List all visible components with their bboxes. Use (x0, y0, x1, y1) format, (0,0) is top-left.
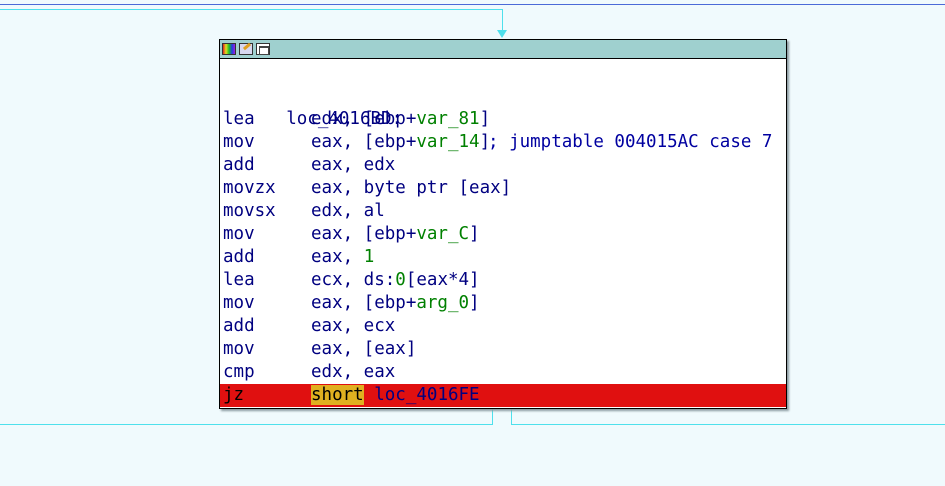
operands[interactable]: eax, ecx (311, 315, 395, 338)
group-nodes-icon[interactable] (256, 43, 270, 55)
operand-variable[interactable]: 0 (395, 270, 406, 290)
graph-edge-in-horizontal (0, 9, 503, 10)
operand-text: eax, ecx (311, 316, 396, 336)
operand-text: edx, eax (311, 362, 396, 382)
mnemonic[interactable]: add (223, 315, 255, 338)
mnemonic[interactable]: movsx (223, 200, 276, 223)
jump-instruction-row[interactable]: jz short loc_4016FE (220, 384, 786, 407)
operand-text: eax, [ebp+ (311, 132, 417, 152)
graph-edge-out-left-horizontal (0, 424, 493, 425)
operand-text: eax, (311, 247, 364, 267)
operands[interactable]: edx, [ebp+var_81] (311, 108, 490, 131)
operands[interactable]: edx, al (311, 200, 385, 223)
mnemonic[interactable]: lea (223, 269, 255, 292)
mnemonic[interactable]: jz (223, 384, 244, 407)
operands[interactable]: short loc_4016FE (311, 384, 480, 407)
operand-text: eax, edx (311, 155, 396, 175)
instruction-row[interactable]: movzx eax, byte ptr [eax] (223, 177, 786, 200)
graph-edge-out-right-horizontal (511, 424, 945, 425)
operands[interactable]: eax, [ebp+var_14] (311, 131, 490, 154)
operands[interactable]: eax, 1 (311, 246, 374, 269)
operand-text: eax, [eax] (311, 339, 417, 359)
mnemonic[interactable]: movzx (223, 177, 276, 200)
operand-text: ] (469, 293, 480, 313)
operands[interactable]: eax, edx (311, 154, 395, 177)
edge-arrow-icon (497, 30, 507, 38)
graph-top-border (0, 4, 945, 5)
operand-text: eax, [ebp+ (311, 293, 417, 313)
disassembly-listing[interactable]: loc_4016BD: ; jumptable 004015AC case 7 … (220, 85, 786, 407)
instruction-row[interactable]: mov eax, [ebp+var_14] (223, 131, 786, 154)
operand-variable[interactable]: var_14 (416, 132, 479, 152)
instruction-row[interactable]: lea edx, [ebp+var_81] (223, 108, 786, 131)
graph-edge-out-right-vertical (511, 409, 512, 425)
current-line-highlight[interactable]: jz short loc_4016FE (220, 384, 786, 407)
operand-text: ] (479, 109, 491, 129)
mnemonic[interactable]: mov (223, 131, 255, 154)
operand-text: eax, byte ptr [eax] (311, 178, 512, 198)
instruction-row[interactable]: lea ecx, ds:0[eax*4] (223, 269, 786, 292)
mnemonic[interactable]: add (223, 246, 255, 269)
graph-node-block[interactable]: loc_4016BD: ; jumptable 004015AC case 7 … (219, 39, 787, 409)
instruction-row[interactable]: movsx edx, al (223, 200, 786, 223)
operands[interactable]: ecx, ds:0[eax*4] (311, 269, 480, 292)
node-titlebar[interactable] (220, 40, 786, 59)
operand-variable[interactable]: 1 (364, 247, 375, 267)
instruction-row[interactable]: add eax, edx (223, 154, 786, 177)
instruction-row[interactable]: mov eax, [eax] (223, 338, 786, 361)
operands[interactable]: eax, [ebp+arg_0] (311, 292, 480, 315)
instruction-row[interactable]: mov eax, [ebp+var_C] (223, 223, 786, 246)
operand-variable[interactable]: var_81 (416, 109, 479, 129)
graph-edge-in-vertical (502, 9, 503, 31)
operand-text: edx, [ebp+ (311, 109, 417, 129)
operand-text: ] (469, 224, 480, 244)
mnemonic[interactable]: mov (223, 223, 255, 246)
graph-edge-out-left-vertical (492, 409, 493, 425)
operands[interactable]: edx, eax (311, 361, 395, 384)
mnemonic[interactable]: mov (223, 338, 255, 361)
operand-text: [eax*4] (405, 270, 480, 290)
instruction-row[interactable]: add eax, 1 (223, 246, 786, 269)
mnemonic[interactable]: lea (223, 108, 255, 131)
label-row[interactable]: loc_4016BD: ; jumptable 004015AC case 7 (223, 85, 786, 152)
mnemonic[interactable]: add (223, 154, 255, 177)
operands[interactable]: eax, [ebp+var_C] (311, 223, 480, 246)
short-keyword[interactable]: short (311, 385, 364, 405)
operand-variable[interactable]: var_C (416, 224, 469, 244)
operand-text: eax, [ebp+ (311, 224, 417, 244)
instruction-row[interactable]: add eax, ecx (223, 315, 786, 338)
operand-variable[interactable]: arg_0 (416, 293, 469, 313)
operand-text: ecx, ds: (311, 270, 396, 290)
edit-node-icon[interactable] (239, 43, 253, 55)
operands[interactable]: eax, [eax] (311, 338, 416, 361)
mnemonic[interactable]: cmp (223, 361, 255, 384)
instruction-row[interactable]: cmp edx, eax (223, 361, 786, 384)
instruction-row[interactable]: mov eax, [ebp+arg_0] (223, 292, 786, 315)
mnemonic[interactable]: mov (223, 292, 255, 315)
color-palette-icon[interactable] (222, 43, 236, 55)
jump-target-label[interactable]: loc_4016FE (374, 385, 479, 405)
operand-text: edx, al (311, 201, 385, 221)
operands[interactable]: eax, byte ptr [eax] (311, 177, 511, 200)
operand-text: ] (479, 132, 491, 152)
